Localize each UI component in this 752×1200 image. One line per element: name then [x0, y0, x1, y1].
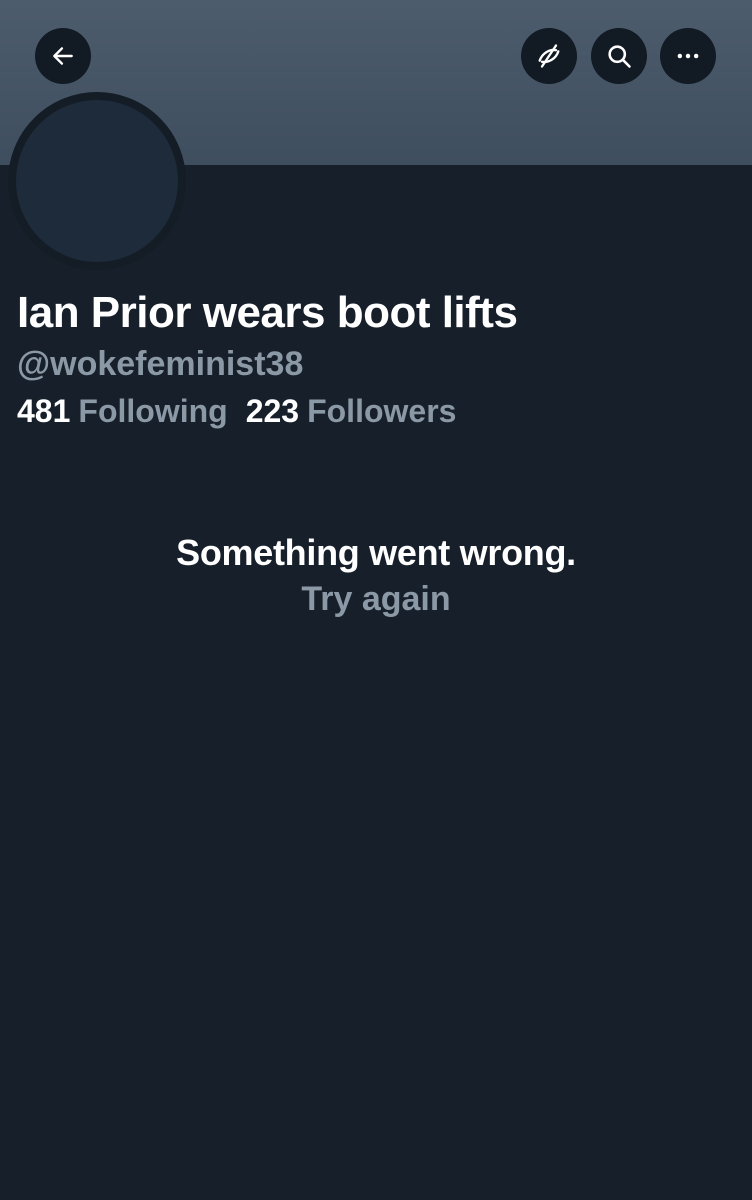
- arrow-left-icon: [53, 47, 73, 65]
- back-button[interactable]: [35, 28, 91, 84]
- following-count: 481: [17, 393, 71, 429]
- display-name: Ian Prior wears boot lifts: [17, 288, 518, 337]
- error-message: Something went wrong.: [176, 532, 576, 573]
- more-horizontal-icon: [677, 53, 699, 59]
- followers-count: 223: [245, 393, 300, 429]
- following-link[interactable]: 481 Following: [17, 393, 228, 430]
- translate-toggle-button[interactable]: [521, 28, 577, 84]
- followers-label: Followers: [307, 393, 457, 429]
- follow-stats: 481 Following 223 Followers: [17, 393, 456, 430]
- try-again-button[interactable]: Try again: [301, 580, 450, 619]
- following-label: Following: [78, 393, 228, 429]
- search-icon: [608, 45, 631, 68]
- search-button[interactable]: [591, 28, 647, 84]
- followers-link[interactable]: 223 Followers: [246, 393, 457, 430]
- translate-off-icon: [538, 44, 560, 68]
- error-state: Something went wrong. Try again: [0, 532, 752, 619]
- more-options-button[interactable]: [660, 28, 716, 84]
- user-handle: @wokefeminist38: [17, 345, 304, 383]
- avatar[interactable]: [8, 92, 186, 270]
